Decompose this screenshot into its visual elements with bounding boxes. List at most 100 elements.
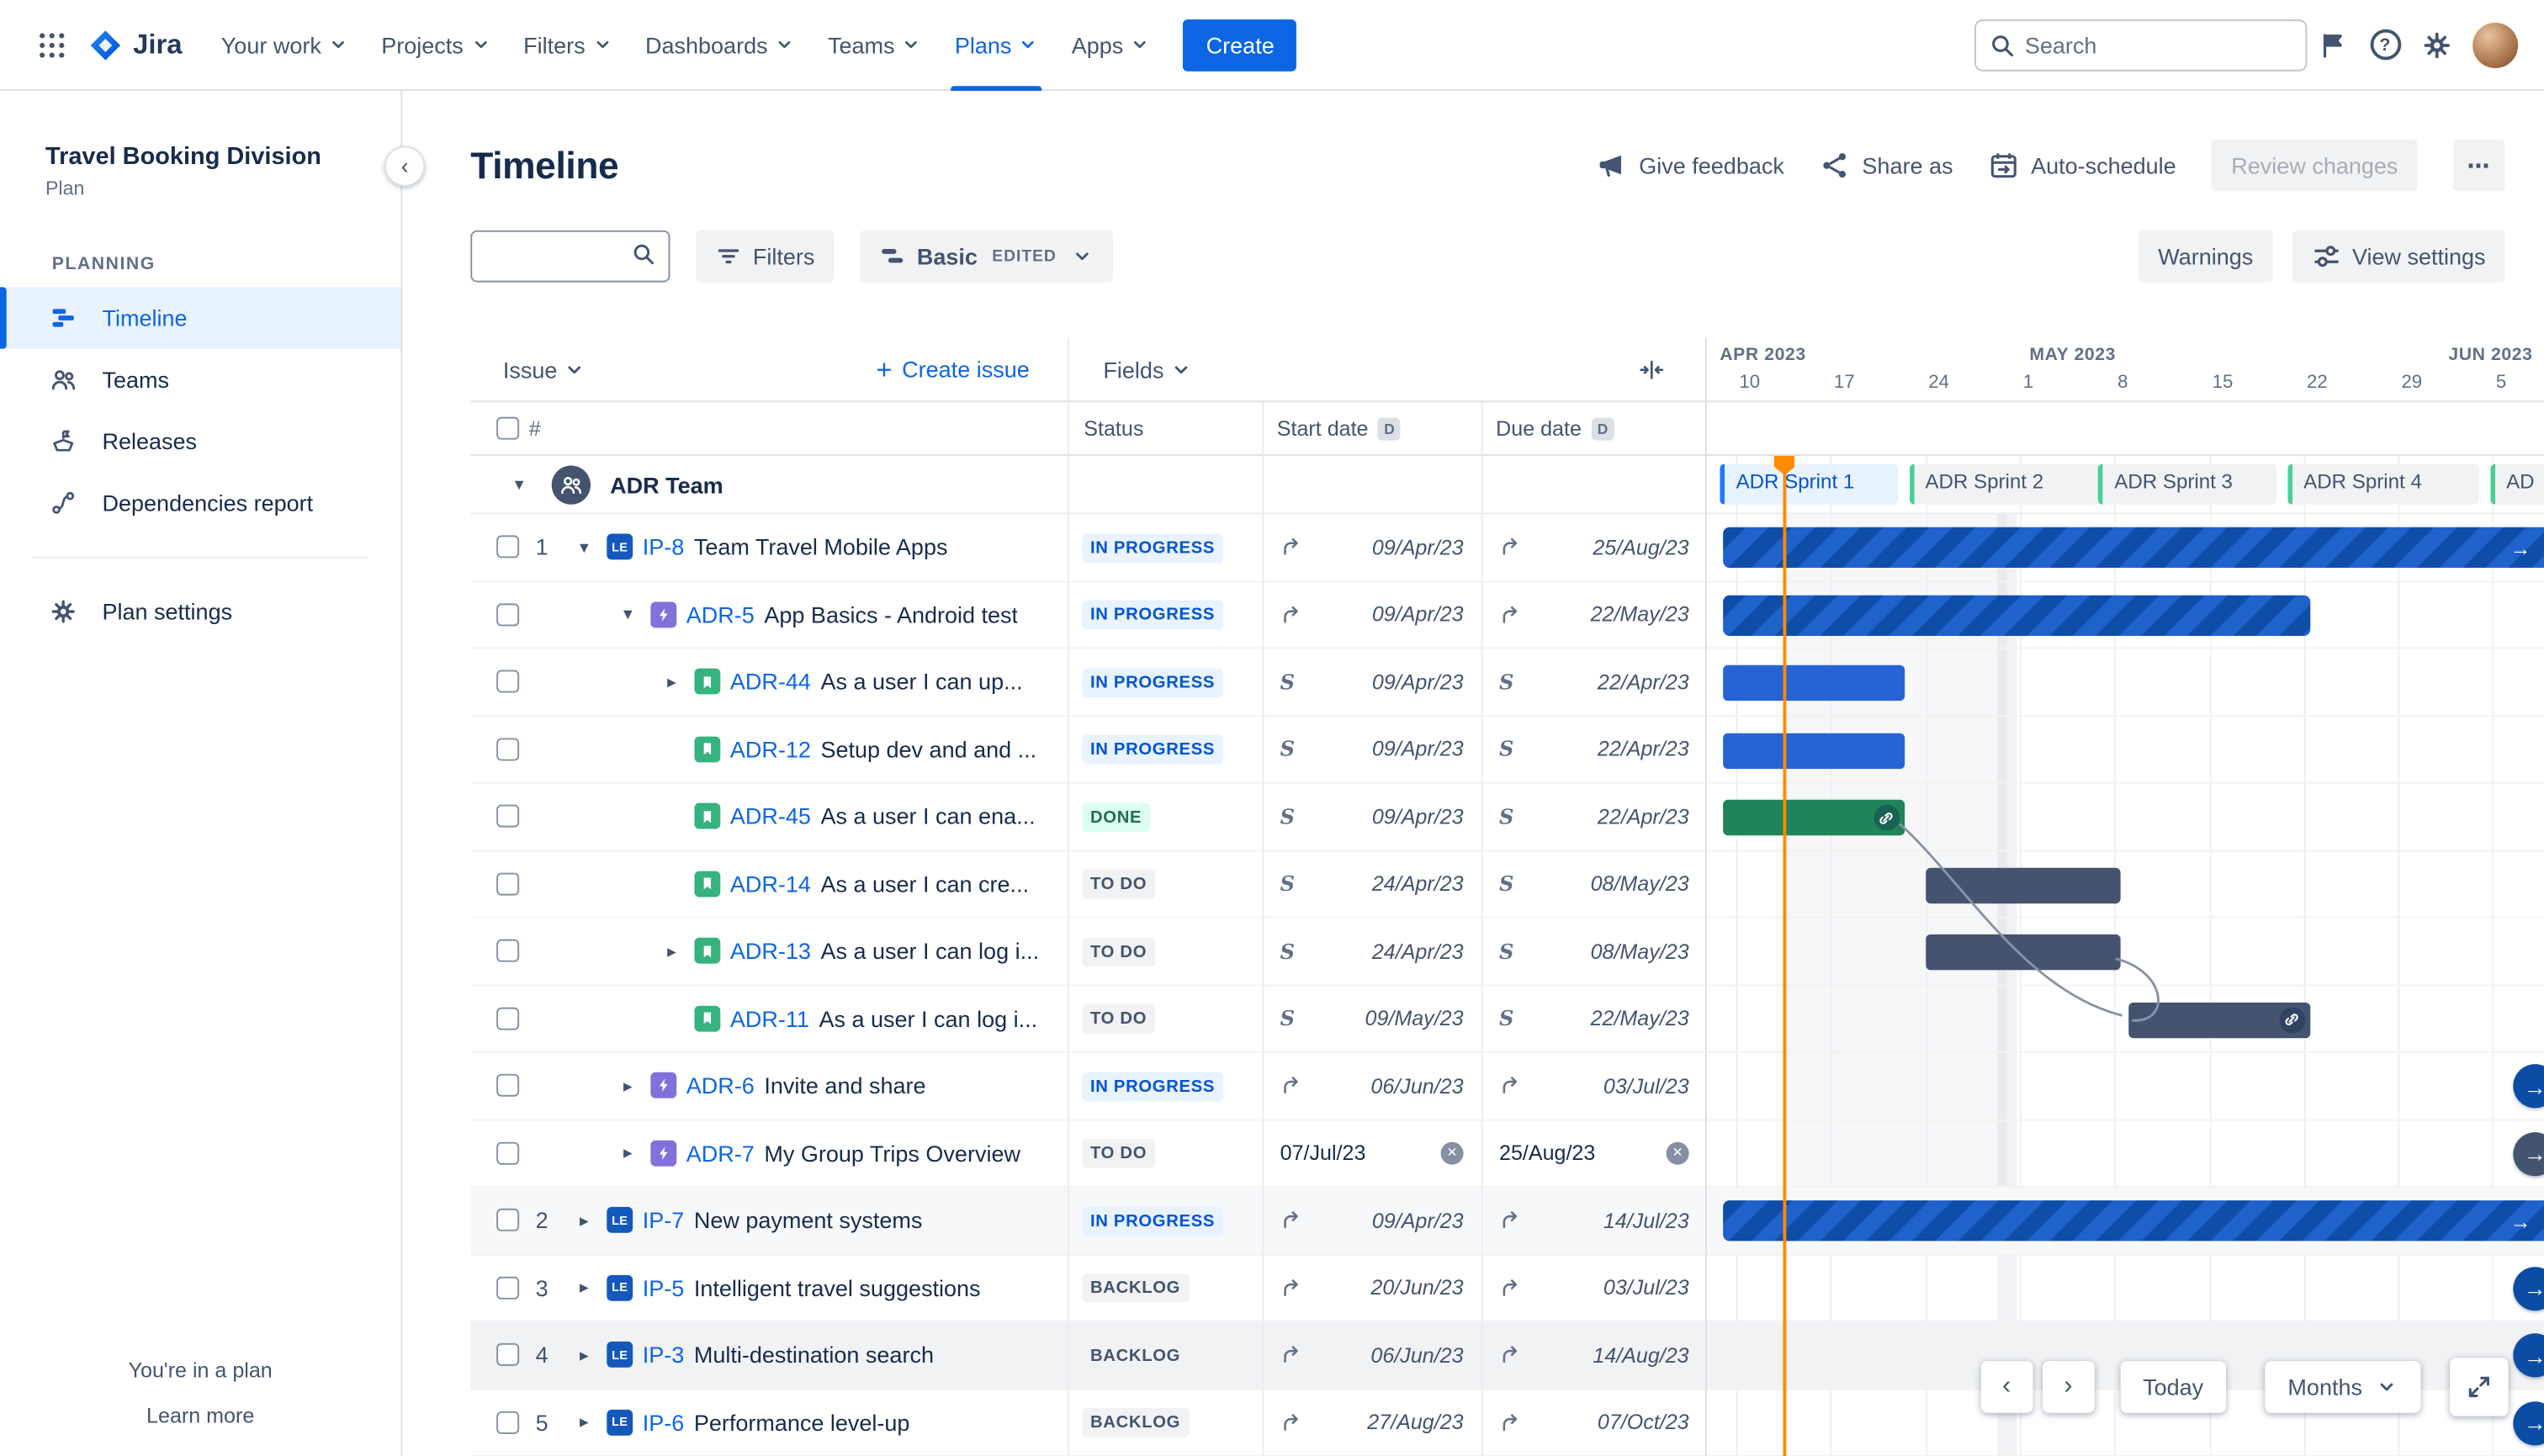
start-date-column-header[interactable]: Start date D <box>1277 416 1402 441</box>
gantt-row-adr-13[interactable] <box>1706 919 2544 986</box>
row-checkbox[interactable] <box>496 1007 520 1030</box>
view-settings-button[interactable]: View settings <box>2292 230 2505 283</box>
nav-item-projects[interactable]: Projects <box>365 0 507 90</box>
start-date-cell[interactable]: S 09/Apr/23 <box>1260 670 1479 694</box>
issue-key-link[interactable]: IP-7 <box>643 1207 685 1233</box>
global-search[interactable] <box>1974 19 2308 71</box>
issue-row-ip-7[interactable]: 2 ▸ LE IP-7 New payment systems IN PROGRESS 09… <box>470 1187 1705 1255</box>
due-date-cell[interactable]: 25/Aug/23 ✕ <box>1480 1141 1705 1165</box>
status-lozenge[interactable]: DONE <box>1082 802 1150 832</box>
row-checkbox[interactable] <box>496 1411 520 1434</box>
gantt-bar-adr-5[interactable] <box>1722 594 2310 636</box>
warnings-button[interactable]: Warnings <box>2139 230 2273 283</box>
issue-summary[interactable]: As a user I can cre... <box>820 871 1029 897</box>
issue-row-ip-8[interactable]: 1 ▾ LE IP-8 Team Travel Mobile Apps IN PROGRE… <box>470 514 1705 582</box>
dependency-link-icon[interactable] <box>1874 804 1900 831</box>
start-date-cell[interactable]: 07/Jul/23 ✕ <box>1260 1141 1479 1165</box>
issue-row-adr-13[interactable]: ▸ ADR-13 As a user I can log i... TO DO S 24/… <box>470 919 1705 986</box>
row-checkbox[interactable] <box>496 602 520 626</box>
issue-key-link[interactable]: ADR-12 <box>730 736 811 762</box>
start-date-cell[interactable]: 20/Jun/23 <box>1260 1275 1479 1300</box>
start-date-cell[interactable]: 09/Apr/23 <box>1260 602 1479 627</box>
gantt-row-ip-8[interactable]: → <box>1706 514 2544 582</box>
status-lozenge[interactable]: IN PROGRESS <box>1082 601 1223 630</box>
gantt-row-adr-5[interactable] <box>1706 581 2544 649</box>
select-all-checkbox[interactable] <box>496 416 520 440</box>
gantt-row-adr-12[interactable] <box>1706 716 2544 784</box>
create-issue-button[interactable]: + Create issue <box>876 355 1029 383</box>
gantt-row-adr-11[interactable] <box>1706 986 2544 1053</box>
issue-key-link[interactable]: IP-3 <box>643 1342 685 1368</box>
nav-item-dashboards[interactable]: Dashboards <box>629 0 812 90</box>
issue-summary[interactable]: Invite and share <box>764 1072 925 1099</box>
offscreen-bar-arrow[interactable]: → <box>2513 1266 2544 1310</box>
clear-date-icon[interactable]: ✕ <box>1666 1141 1689 1165</box>
issue-key-link[interactable]: ADR-44 <box>730 669 811 695</box>
issue-key-link[interactable]: IP-8 <box>643 534 685 560</box>
sprint-chip-adr-sprint-1[interactable]: ADR Sprint 1 <box>1720 463 1899 505</box>
start-date-cell[interactable]: 09/Apr/23 <box>1260 535 1479 559</box>
notifications-flag-icon[interactable] <box>2307 19 2359 71</box>
issue-summary[interactable]: App Basics - Android test <box>764 601 1018 627</box>
status-lozenge[interactable]: BACKLOG <box>1082 1341 1189 1371</box>
give-feedback-button[interactable]: Give feedback <box>1597 151 1784 180</box>
gantt-bar-adr-13[interactable] <box>1925 934 2122 971</box>
row-checkbox[interactable] <box>496 805 520 829</box>
gantt-row-adr-44[interactable] <box>1706 649 2544 717</box>
gantt-bar-adr-45[interactable] <box>1722 799 1905 836</box>
team-group-row[interactable]: ▾ ADR Team <box>470 456 1705 515</box>
sidebar-collapse-button[interactable]: ‹ <box>384 146 426 187</box>
jira-logo[interactable]: Jira <box>87 27 182 62</box>
row-checkbox[interactable] <box>496 1209 520 1232</box>
status-lozenge[interactable]: IN PROGRESS <box>1082 668 1223 697</box>
row-checkbox[interactable] <box>496 1276 520 1300</box>
offscreen-bar-arrow[interactable]: → <box>2513 1064 2544 1109</box>
issue-summary[interactable]: As a user I can log i... <box>819 1005 1037 1031</box>
issue-summary[interactable]: As a user I can log i... <box>820 938 1039 964</box>
gantt-row-adr-14[interactable] <box>1706 851 2544 919</box>
issue-row-ip-6[interactable]: 5 ▸ LE IP-6 Performance level-up BACKLOG 27/Au… <box>470 1390 1705 1456</box>
start-date-cell[interactable]: 06/Jun/23 <box>1260 1073 1479 1098</box>
status-lozenge[interactable]: BACKLOG <box>1082 1408 1189 1438</box>
issue-summary[interactable]: As a user I can ena... <box>820 803 1035 829</box>
gantt-bar-adr-11[interactable] <box>2128 1001 2310 1038</box>
offscreen-bar-arrow[interactable]: → <box>2513 1333 2544 1378</box>
row-checkbox[interactable] <box>496 1074 520 1098</box>
gantt-bar-ip-7[interactable]: → <box>1722 1200 2544 1242</box>
expand-toggle-icon[interactable]: ▾ <box>615 604 641 625</box>
sidebar-item-timeline[interactable]: Timeline <box>0 287 401 349</box>
timeline-search[interactable] <box>470 230 670 283</box>
start-date-cell[interactable]: S 09/May/23 <box>1260 1006 1479 1030</box>
gantt-row-ip-7[interactable]: → <box>1706 1187 2544 1255</box>
status-lozenge[interactable]: IN PROGRESS <box>1082 533 1223 563</box>
status-lozenge[interactable]: IN PROGRESS <box>1082 735 1223 765</box>
fields-selector[interactable]: Fields <box>1103 356 1193 382</box>
nav-item-filters[interactable]: Filters <box>507 0 629 90</box>
learn-more-link[interactable]: Learn more <box>146 1403 254 1427</box>
expand-toggle-icon[interactable]: ▸ <box>659 940 685 961</box>
status-lozenge[interactable]: TO DO <box>1082 870 1155 899</box>
issue-row-adr-7[interactable]: ▸ ADR-7 My Group Trips Overview TO DO 07/Jul… <box>470 1120 1705 1188</box>
start-date-cell[interactable]: S 09/Apr/23 <box>1260 804 1479 829</box>
due-date-cell[interactable]: 14/Aug/23 <box>1480 1342 1705 1367</box>
row-checkbox[interactable] <box>496 670 520 693</box>
gantt-bar-adr-44[interactable] <box>1722 664 1905 702</box>
dependency-link-icon[interactable] <box>2279 1006 2306 1033</box>
due-date-cell[interactable]: S 22/Apr/23 <box>1480 804 1705 829</box>
due-date-cell[interactable]: 25/Aug/23 <box>1480 535 1705 559</box>
row-checkbox[interactable] <box>496 940 520 963</box>
due-date-cell[interactable]: S 08/May/23 <box>1480 939 1705 963</box>
start-date-cell[interactable]: 06/Jun/23 <box>1260 1342 1479 1367</box>
row-checkbox[interactable] <box>496 872 520 896</box>
issue-row-adr-45[interactable]: ADR-45 As a user I can ena... DONE S 09/Apr/… <box>470 783 1705 851</box>
sidebar-item-releases[interactable]: Releases <box>0 410 400 472</box>
issue-key-link[interactable]: ADR-13 <box>730 938 811 964</box>
expand-toggle-icon[interactable]: ▸ <box>571 1277 597 1298</box>
issue-key-link[interactable]: ADR-5 <box>686 601 755 627</box>
sidebar-item-plan-settings[interactable]: Plan settings <box>0 580 400 642</box>
row-checkbox[interactable] <box>496 738 520 761</box>
create-button[interactable]: Create <box>1183 19 1297 71</box>
offscreen-bar-arrow[interactable]: → <box>2513 1131 2544 1176</box>
issue-key-link[interactable]: IP-5 <box>643 1274 685 1300</box>
expand-toggle-icon[interactable]: ▸ <box>571 1411 597 1432</box>
